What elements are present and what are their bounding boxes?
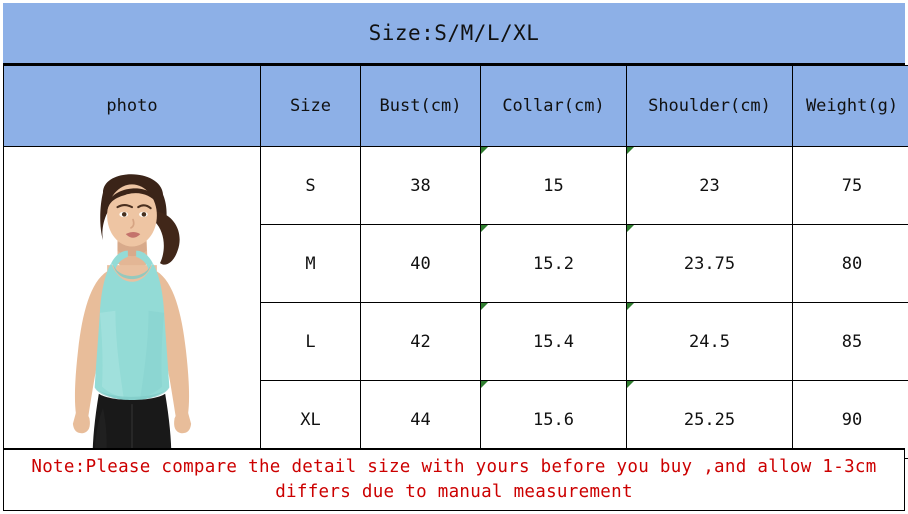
cell-size: XL (260, 380, 361, 459)
table-row: S 38 15 23 75 (3, 146, 908, 459)
model-illustration (4, 147, 260, 458)
cell-size: L (260, 302, 361, 381)
cell-shoulder: 25.25 (626, 380, 793, 459)
product-photo (4, 147, 260, 458)
cell-size: S (260, 146, 361, 225)
cell-shoulder: 23 (626, 146, 793, 225)
disclaimer-note-row: Note:Please compare the detail size with… (3, 448, 905, 511)
cell-collar: 15 (480, 146, 627, 225)
column-header-bust: Bust(cm) (360, 65, 481, 147)
column-header-shoulder: Shoulder(cm) (626, 65, 793, 147)
column-header-weight: Weight(g) (792, 65, 908, 147)
cell-weight: 90 (792, 380, 908, 459)
cell-collar: 15.4 (480, 302, 627, 381)
cell-collar: 15.6 (480, 380, 627, 459)
size-measurements-table: photo Size Bust(cm) Collar(cm) Shoulder(… (3, 65, 908, 459)
disclaimer-note-text: Note:Please compare the detail size with… (31, 456, 877, 502)
column-header-size: Size (260, 65, 361, 147)
column-header-photo: photo (3, 65, 261, 147)
cell-bust: 38 (360, 146, 481, 225)
cell-collar: 15.2 (480, 224, 627, 303)
cell-weight: 85 (792, 302, 908, 381)
table-header: photo Size Bust(cm) Collar(cm) Shoulder(… (3, 65, 908, 147)
cell-bust: 44 (360, 380, 481, 459)
cell-weight: 75 (792, 146, 908, 225)
cell-bust: 40 (360, 224, 481, 303)
cell-shoulder: 23.75 (626, 224, 793, 303)
cell-size: M (260, 224, 361, 303)
size-chart-image: Size:S/M/L/XL photo Size Bust(cm) Collar… (0, 0, 908, 514)
product-photo-cell (3, 146, 261, 459)
chart-title-band: Size:S/M/L/XL (3, 3, 905, 65)
table-header-row: photo Size Bust(cm) Collar(cm) Shoulder(… (3, 65, 908, 147)
cell-weight: 80 (792, 224, 908, 303)
page-title: Size:S/M/L/XL (368, 21, 540, 45)
cell-bust: 42 (360, 302, 481, 381)
column-header-collar: Collar(cm) (480, 65, 627, 147)
cell-shoulder: 24.5 (626, 302, 793, 381)
table-body: S 38 15 23 75 M 40 15.2 23.75 80 L 42 15… (3, 146, 908, 459)
